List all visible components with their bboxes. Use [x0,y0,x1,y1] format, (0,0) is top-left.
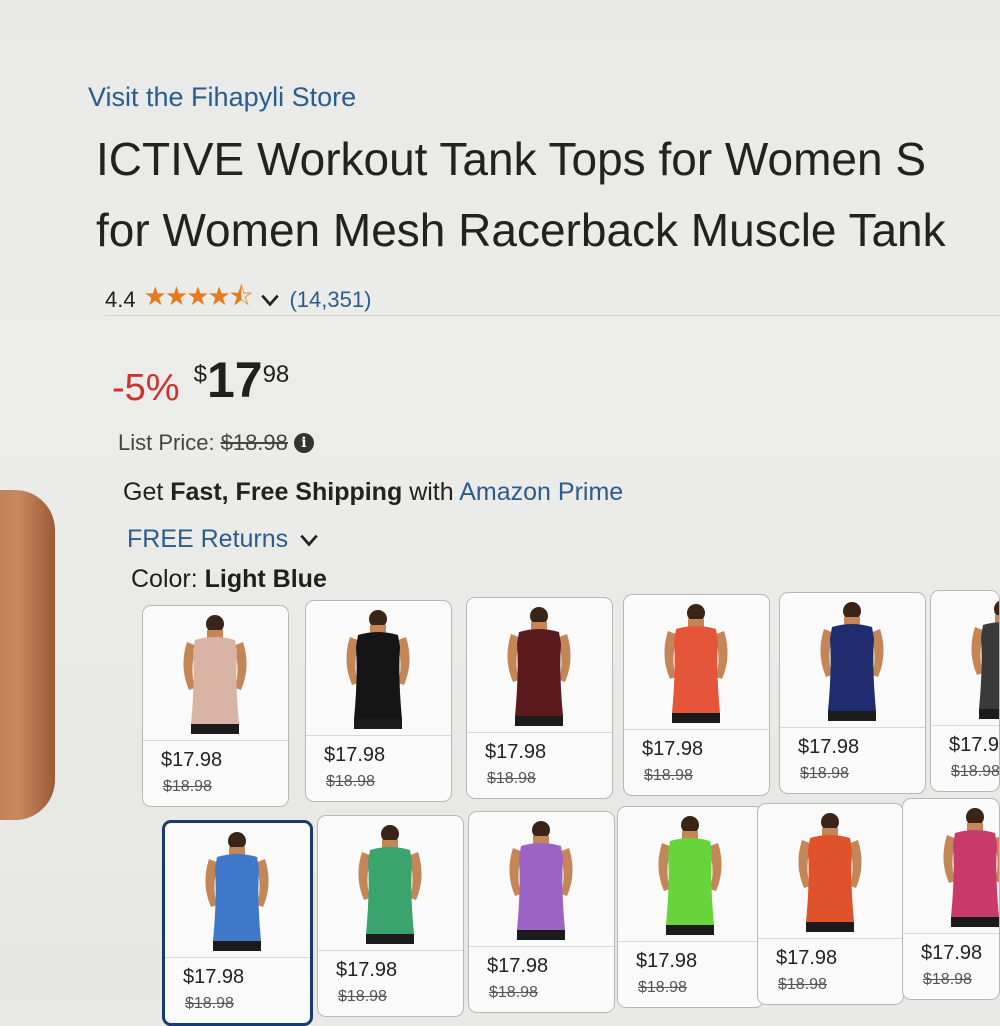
swatch-price: $17.98 [183,966,245,988]
tank-top-image [358,825,422,944]
discount-badge: -5% [112,367,180,409]
swatch-list-price: $18.98 [638,979,687,996]
rating-value: 4.4 [105,287,136,312]
tank-top-image [507,607,571,726]
product-image-edge [0,490,55,820]
swatch-list-price: $18.98 [185,995,234,1012]
shipping-info: Get Fast, Free Shipping with Amazon Prim… [123,478,623,507]
tank-top-image [183,615,247,734]
swatch-price: $17.98 [487,955,549,977]
swatch-list-price: $18.98 [923,971,972,988]
swatch-divider [306,735,451,736]
tank-top-image [943,808,999,927]
price-block: -5% $ 17 98 [112,355,289,410]
swatch-list-price: $18.98 [163,778,212,795]
swatch-divider [618,941,763,942]
swatch-divider [165,957,310,958]
color-swatch[interactable]: $17.98 $18.98 [466,597,613,799]
color-swatch[interactable]: $17.98 $18.98 [305,600,452,802]
tank-top-image [346,610,410,729]
reviews-count-link[interactable]: (14,351) [289,287,371,313]
color-swatch[interactable]: $17.98 $18.98 [930,590,1000,792]
color-swatch[interactable]: $17.98 $18.98 [623,594,770,796]
color-label: Color: [131,565,198,593]
swatch-divider [624,729,769,730]
swatch-list-price: $18.98 [487,770,536,787]
color-swatch[interactable]: $17.98 $18.98 [902,798,1000,1000]
swatch-divider [143,740,288,741]
color-swatch[interactable]: $17.98 $18.98 [142,605,289,807]
swatch-list-price: $18.98 [778,976,827,993]
swatch-divider [469,946,614,947]
swatch-divider [931,725,999,726]
swatch-price: $17.98 [161,749,223,771]
tank-top-image [205,832,269,951]
color-swatch[interactable]: $17.98 $18.98 [162,820,313,1026]
divider [105,315,1000,316]
tank-top-image [664,604,728,723]
swatch-price: $17.98 [642,738,704,760]
free-returns-label: FREE Returns [127,525,289,553]
swatch-divider [780,727,925,728]
shipping-mid: with [409,478,454,506]
swatch-list-price: $18.98 [800,765,849,782]
swatch-price: $17.98 [636,950,698,972]
swatch-divider [903,933,999,934]
swatch-price: $17.98 [324,744,386,766]
color-swatch[interactable]: $17.98 $18.98 [757,803,904,1005]
color-swatch[interactable]: $17.98 $18.98 [468,811,615,1013]
cut-off-text: amis [0,0,46,6]
amazon-prime-link[interactable]: Amazon Prime [459,478,623,506]
tank-top-image [971,600,999,719]
color-label-row: Color: Light Blue [131,565,327,594]
tank-top-image [658,816,722,935]
price-fraction: 98 [262,361,290,388]
swatch-list-price: $18.98 [338,988,387,1005]
list-price: List Price: $18.98 i [118,430,314,456]
shipping-bold: Fast, Free Shipping [170,478,403,506]
swatch-divider [758,938,903,939]
price-whole: 17 [206,352,263,408]
swatch-list-price: $18.98 [489,984,538,1001]
tank-top-image [509,821,573,940]
list-price-label: List Price: [118,430,215,455]
color-swatch[interactable]: $17.98 $18.98 [317,815,464,1017]
free-returns[interactable]: FREE Returns [127,525,320,554]
color-swatch[interactable]: $17.98 $18.98 [779,592,926,794]
price-currency: $ [193,361,207,388]
swatch-list-price: $18.98 [644,767,693,784]
swatch-price: $17.98 [921,942,983,964]
swatch-price: $17.98 [776,947,838,969]
swatch-divider [318,950,463,951]
tank-top-image [798,813,862,932]
swatch-price: $17.98 [485,741,547,763]
swatch-price: $17.98 [336,959,398,981]
swatch-divider [467,732,612,733]
product-title-line-2: for Women Mesh Racerback Muscle Tank [96,204,946,256]
swatch-list-price: $18.98 [951,763,1000,780]
swatch-price: $17.98 [798,736,860,758]
list-price-value: $18.98 [220,430,288,455]
product-title-line-1: ICTIVE Workout Tank Tops for Women S [96,133,927,185]
store-link[interactable]: Visit the Fihapyli Store [88,82,356,113]
color-value: Light Blue [204,565,327,593]
swatch-list-price: $18.98 [326,773,375,790]
info-icon[interactable]: i [293,433,314,453]
color-swatch[interactable]: $17.98 $18.98 [617,806,764,1008]
shipping-prefix: Get [123,478,164,506]
swatch-price: $17.98 [949,734,1000,756]
tank-top-image [820,602,884,721]
chevron-down-icon[interactable] [259,289,281,311]
chevron-down-icon[interactable] [298,529,320,551]
